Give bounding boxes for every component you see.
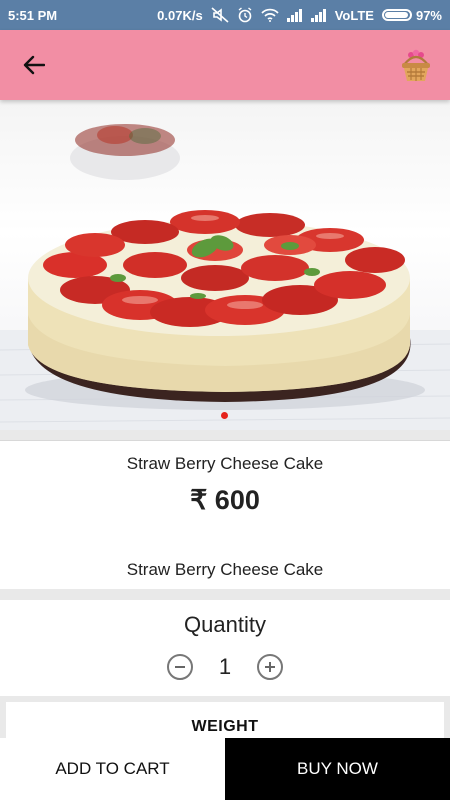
bottom-action-bar: ADD TO CART BUY NOW — [0, 738, 450, 800]
buy-now-button[interactable]: BUY NOW — [225, 738, 450, 800]
battery-indicator: 97% — [381, 7, 442, 23]
carousel-dot-active[interactable] — [221, 412, 228, 419]
signal-icon — [286, 8, 303, 22]
carrier-label: VoLTE — [334, 7, 374, 23]
alarm-icon — [237, 7, 253, 23]
network-speed: 0.07K/s — [157, 7, 203, 23]
quantity-label: Quantity — [184, 612, 266, 637]
increment-button[interactable] — [257, 654, 283, 680]
status-right: 0.07K/s VoLTE 97% — [157, 7, 442, 23]
battery-percent: 97% — [415, 7, 442, 23]
quantity-stepper: 1 — [0, 654, 450, 680]
product-name: Straw Berry Cheese Cake — [126, 454, 324, 473]
battery-fill — [384, 12, 409, 18]
battery-icon — [381, 9, 412, 21]
add-to-cart-button[interactable]: ADD TO CART — [0, 738, 225, 800]
app-bar — [0, 30, 450, 100]
cart-button[interactable] — [396, 45, 436, 85]
product-image[interactable] — [0, 100, 450, 430]
decrement-button[interactable] — [167, 654, 193, 680]
weight-label: WEIGHT — [191, 718, 259, 735]
signal-icon — [310, 8, 327, 22]
arrow-left-icon — [23, 55, 45, 75]
cheesecake-illustration — [0, 124, 450, 430]
plus-circle-icon — [265, 662, 275, 672]
wifi-icon — [261, 8, 279, 22]
minus-circle-icon — [175, 666, 185, 668]
status-time: 5:51 PM — [8, 7, 58, 23]
status-bar: 5:51 PM 0.07K/s VoLTE 97% — [0, 0, 450, 30]
weight-card[interactable]: WEIGHT — [6, 702, 444, 742]
product-description: Straw Berry Cheese Cake — [126, 560, 324, 579]
basket-icon — [402, 49, 430, 81]
mute-icon — [211, 7, 229, 23]
back-button[interactable] — [18, 50, 50, 80]
quantity-value: 1 — [218, 654, 232, 679]
product-price: ₹ 600 — [190, 485, 260, 515]
quantity-section: Quantity 1 — [0, 600, 450, 696]
product-info: Straw Berry Cheese Cake ₹ 600 Straw Berr… — [0, 440, 450, 589]
